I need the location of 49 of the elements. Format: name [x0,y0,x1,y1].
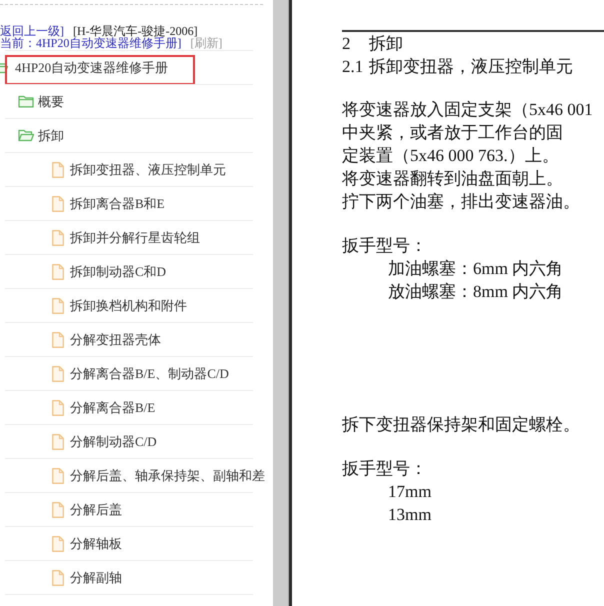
tree-item[interactable]: 分解后盖 [52,502,122,518]
scrollbar[interactable] [273,0,289,606]
tree-item[interactable]: 分解离合器B/E [52,400,156,416]
spec-item: 17mm [388,481,432,503]
file-icon [52,400,64,416]
tree-item[interactable]: 拆卸换档机构和附件 [52,298,187,314]
file-icon [52,536,64,552]
tree-item[interactable]: 分解副轴 [52,570,122,586]
section-number: 2.1 [342,56,364,78]
file-icon [52,264,64,280]
paragraph-line: 拆下变扭器保持架和固定螺栓。 [342,414,580,436]
tree-item[interactable]: 分解离合器B/E、制动器C/D [52,366,229,382]
tree-item[interactable]: 拆卸离合器B和E [52,196,165,212]
tree-item[interactable]: 分解轴板 [52,536,122,552]
file-icon [52,332,64,348]
section-title: 拆卸 [369,33,403,55]
paragraph-line: 定装置（5x46 000 763.）上。 [342,145,559,167]
file-icon [52,502,64,518]
file-icon [52,196,64,212]
spec-label: 扳手型号： [342,235,427,257]
file-icon [52,162,64,178]
section-title: 拆卸变扭器，液压控制单元 [369,56,573,78]
file-icon [52,230,64,246]
file-icon [52,434,64,450]
spec-label: 扳手型号： [342,458,427,480]
back-link[interactable]: 返回上一级] [0,25,64,37]
paragraph-line: 中夹紧，或者放于工作台的固 [342,122,563,144]
paragraph-line: 将变速器翻转到油盘面朝上。 [342,168,563,190]
file-icon [52,468,64,484]
tree-item[interactable]: 分解变扭器壳体 [52,332,161,348]
paragraph-line: 拧下两个油塞，排出变速器油。 [342,191,580,213]
spec-item: 放油螺塞：8mm 内六角 [388,281,564,303]
tree-item[interactable]: 4HP20自动变速器维修手册 [0,60,168,76]
file-icon [52,366,64,382]
section-number: 2 [342,33,352,55]
location-label: [H-华晨汽车-骏捷-2006] [73,25,198,37]
spec-item: 加油螺塞：6mm 内六角 [388,258,564,280]
file-icon [52,570,64,586]
tree-item[interactable]: 分解后盖、轴承保持架、副轴和差 [52,468,265,484]
tree-item[interactable]: 分解制动器C/D [52,434,157,450]
spec-item: 13mm [388,504,432,526]
paragraph-line: 将变速器放入固定支架（5x46 001 [342,99,593,121]
file-icon [52,298,64,314]
tree-item[interactable]: 概要 [18,94,64,110]
tree-item[interactable]: 拆卸并分解行星齿轮组 [52,230,200,246]
tree-item[interactable]: 拆卸制动器C和D [52,264,166,280]
tree-item[interactable]: 拆卸 [18,128,64,144]
current-location-label: 当前：4HP20自动变速器维修手册] [0,37,182,49]
tree-item[interactable]: 拆卸变扭器、液压控制单元 [52,162,226,178]
